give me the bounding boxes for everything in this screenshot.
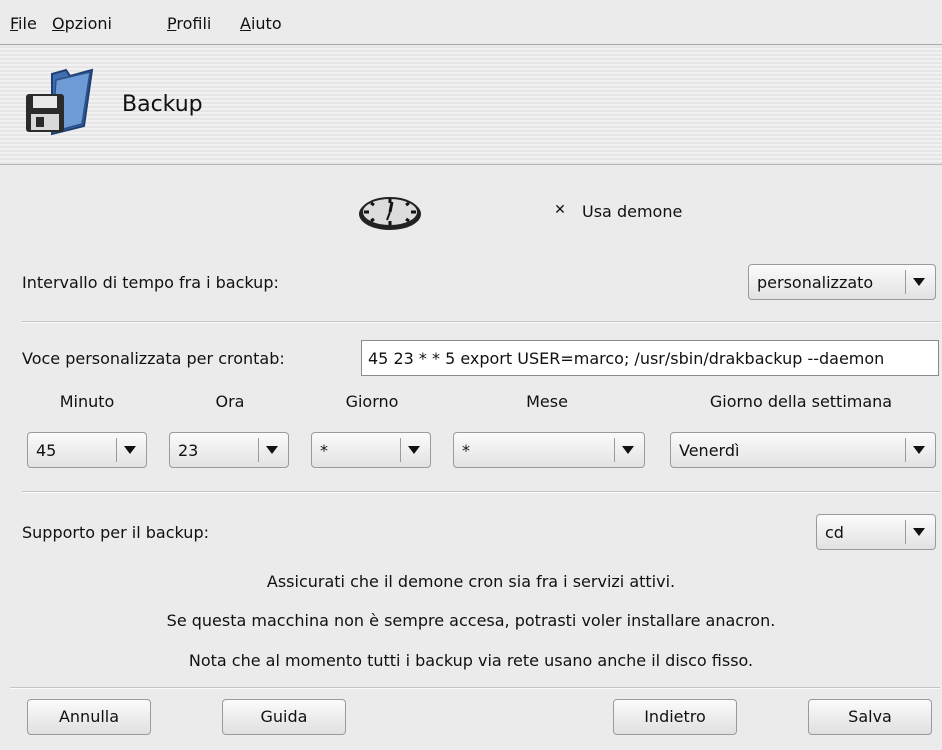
column-month: Mese	[526, 392, 568, 411]
chevron-down-icon	[913, 278, 925, 286]
use-daemon-label: Usa demone	[582, 202, 683, 221]
page-title: Backup	[122, 92, 203, 117]
month-select[interactable]: *	[453, 432, 645, 468]
use-daemon-checkbox[interactable]: ✕	[553, 203, 567, 217]
weekday-select[interactable]: Venerdì	[670, 432, 936, 468]
media-select[interactable]: cd	[816, 514, 936, 550]
minute-select[interactable]: 45	[27, 432, 147, 468]
interval-label: Intervallo di tempo fra i backup:	[22, 273, 279, 292]
backup-folder-floppy-icon	[26, 68, 94, 136]
column-weekday: Giorno della settimana	[709, 392, 893, 411]
menu-aiuto[interactable]: Aiuto	[240, 14, 282, 33]
day-select[interactable]: *	[311, 432, 431, 468]
divider	[22, 321, 940, 323]
menu-opzioni[interactable]: Opzioni	[52, 14, 112, 33]
header-banner: Backup	[0, 46, 942, 165]
back-button[interactable]: Indietro	[613, 699, 737, 735]
column-hour: Ora	[215, 392, 245, 411]
note-cron: Assicurati che il demone cron sia fra i …	[266, 572, 676, 591]
cancel-button[interactable]: Annulla	[27, 699, 151, 735]
note-network: Nota che al momento tutti i backup via r…	[188, 651, 754, 670]
column-day: Giorno	[345, 392, 399, 411]
chevron-down-icon	[408, 446, 420, 454]
crontab-input[interactable]	[361, 340, 939, 376]
menu-file[interactable]: File	[10, 14, 37, 33]
chevron-down-icon	[913, 446, 925, 454]
chevron-down-icon	[913, 528, 925, 536]
note-anacron: Se questa macchina non è sempre accesa, …	[166, 611, 776, 630]
chevron-down-icon	[622, 446, 634, 454]
help-button[interactable]: Guida	[222, 699, 346, 735]
clock-icon	[359, 197, 421, 230]
save-button[interactable]: Salva	[808, 699, 932, 735]
divider	[22, 491, 940, 493]
menu-profili[interactable]: Profili	[167, 14, 211, 33]
column-minute: Minuto	[59, 392, 115, 411]
media-label: Supporto per il backup:	[22, 523, 209, 542]
menubar: File Opzioni Profili Aiuto	[0, 0, 942, 45]
hour-select[interactable]: 23	[169, 432, 289, 468]
crontab-label: Voce personalizzata per crontab:	[22, 349, 285, 368]
divider	[10, 687, 940, 689]
interval-select[interactable]: personalizzato	[748, 264, 936, 300]
chevron-down-icon	[266, 446, 278, 454]
chevron-down-icon	[124, 446, 136, 454]
